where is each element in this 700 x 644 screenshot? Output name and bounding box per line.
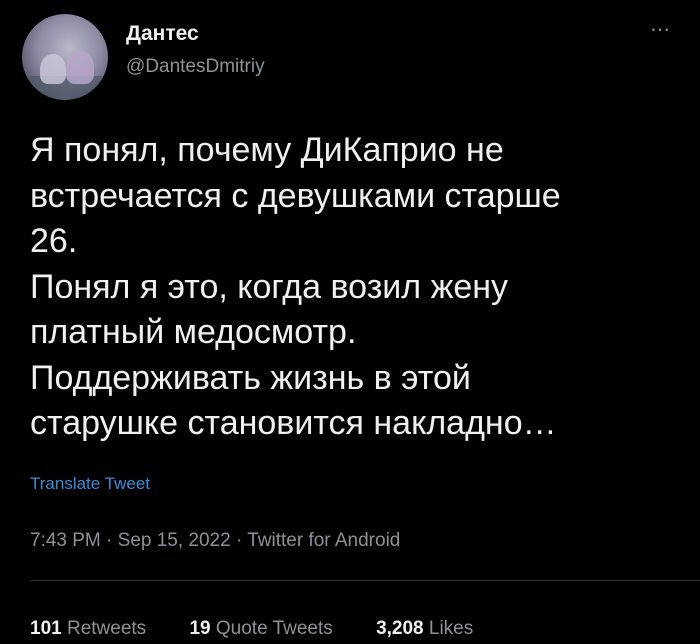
likes-label: Likes — [428, 618, 474, 639]
tweet-card: Дантес @DantesDmitriy ⋯ Я понял, почему … — [0, 0, 700, 644]
quotes-label: Quote Tweets — [215, 618, 333, 639]
author-name[interactable]: Дантес — [126, 22, 199, 46]
likes-stat[interactable]: 3,208 Likes — [376, 618, 473, 639]
author-handle[interactable]: @DantesDmitriy — [126, 56, 265, 78]
translate-tweet-link[interactable]: Translate Tweet — [30, 474, 150, 494]
avatar-ground — [22, 76, 108, 100]
tweet-text: Я понял, почему ДиКаприо не встречается … — [30, 131, 561, 442]
tweet-stats: 101 Retweets 19 Quote Tweets 3,208 Likes — [30, 618, 511, 640]
tweet-timestamp[interactable]: 7:43 PM · Sep 15, 2022 · Twitter for And… — [30, 530, 400, 552]
more-options-icon[interactable]: ⋯ — [650, 20, 671, 40]
quote-tweets-stat[interactable]: 19 Quote Tweets — [189, 618, 332, 639]
avatar-figure-left — [40, 54, 66, 84]
retweets-count: 101 — [30, 618, 62, 639]
likes-count: 3,208 — [376, 618, 424, 639]
retweets-stat[interactable]: 101 Retweets — [30, 618, 146, 639]
divider — [30, 580, 700, 581]
avatar[interactable] — [22, 14, 108, 100]
retweets-label: Retweets — [66, 618, 147, 639]
quotes-count: 19 — [189, 618, 211, 639]
avatar-figure-right — [66, 50, 94, 84]
